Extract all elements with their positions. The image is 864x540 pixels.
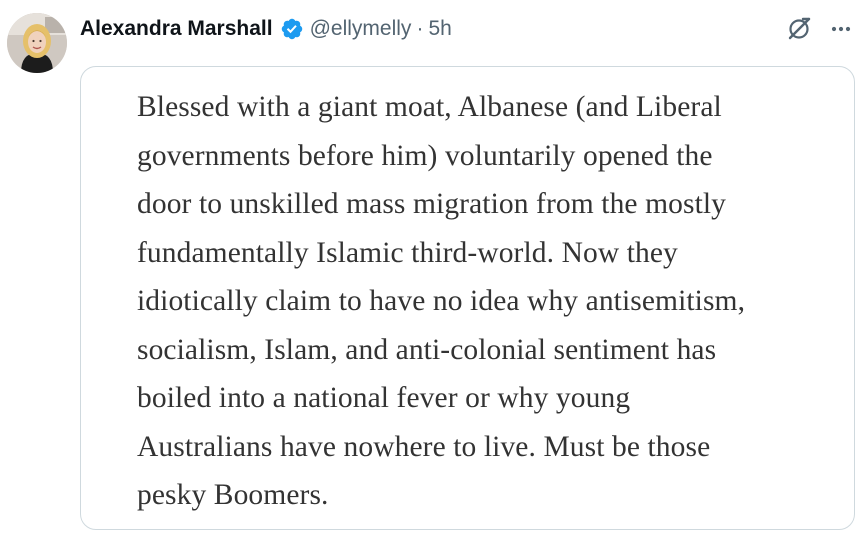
- quote-line: boiled into a national fever or why youn…: [137, 382, 631, 414]
- verified-badge-icon: [280, 17, 304, 41]
- quote-line: governments before him) voluntarily open…: [137, 139, 713, 172]
- post: Alexandra Marshall @ellymelly · 5h Bless…: [0, 0, 864, 540]
- post-header: Alexandra Marshall @ellymelly · 5h: [80, 14, 452, 44]
- author-display-name[interactable]: Alexandra Marshall: [80, 17, 273, 41]
- quote-line: socialism, Islam, and anti-colonial sent…: [137, 333, 717, 366]
- quote-text: Blessed with a giant moat, Albanese (and…: [137, 83, 814, 520]
- grok-icon[interactable]: [786, 16, 812, 42]
- quote-line: Blessed with a giant moat, Albanese (and…: [137, 91, 722, 123]
- quote-line: pesky Boomers.: [137, 479, 329, 511]
- avatar[interactable]: [7, 13, 67, 73]
- post-timestamp[interactable]: 5h: [428, 17, 451, 41]
- quote-card[interactable]: Blessed with a giant moat, Albanese (and…: [80, 66, 855, 530]
- more-horizontal-icon[interactable]: [830, 18, 852, 40]
- quote-line: idiotically claim to have no idea why an…: [137, 285, 746, 317]
- header-separator: ·: [416, 17, 424, 40]
- author-handle[interactable]: @ellymelly: [310, 17, 412, 41]
- quote-line: Australians have nowhere to live. Must b…: [137, 430, 711, 463]
- quote-line: door to unskilled mass migration from th…: [137, 188, 727, 220]
- quote-line: fundamentally Islamic third-world. Now t…: [137, 236, 678, 269]
- post-actions: [786, 16, 852, 42]
